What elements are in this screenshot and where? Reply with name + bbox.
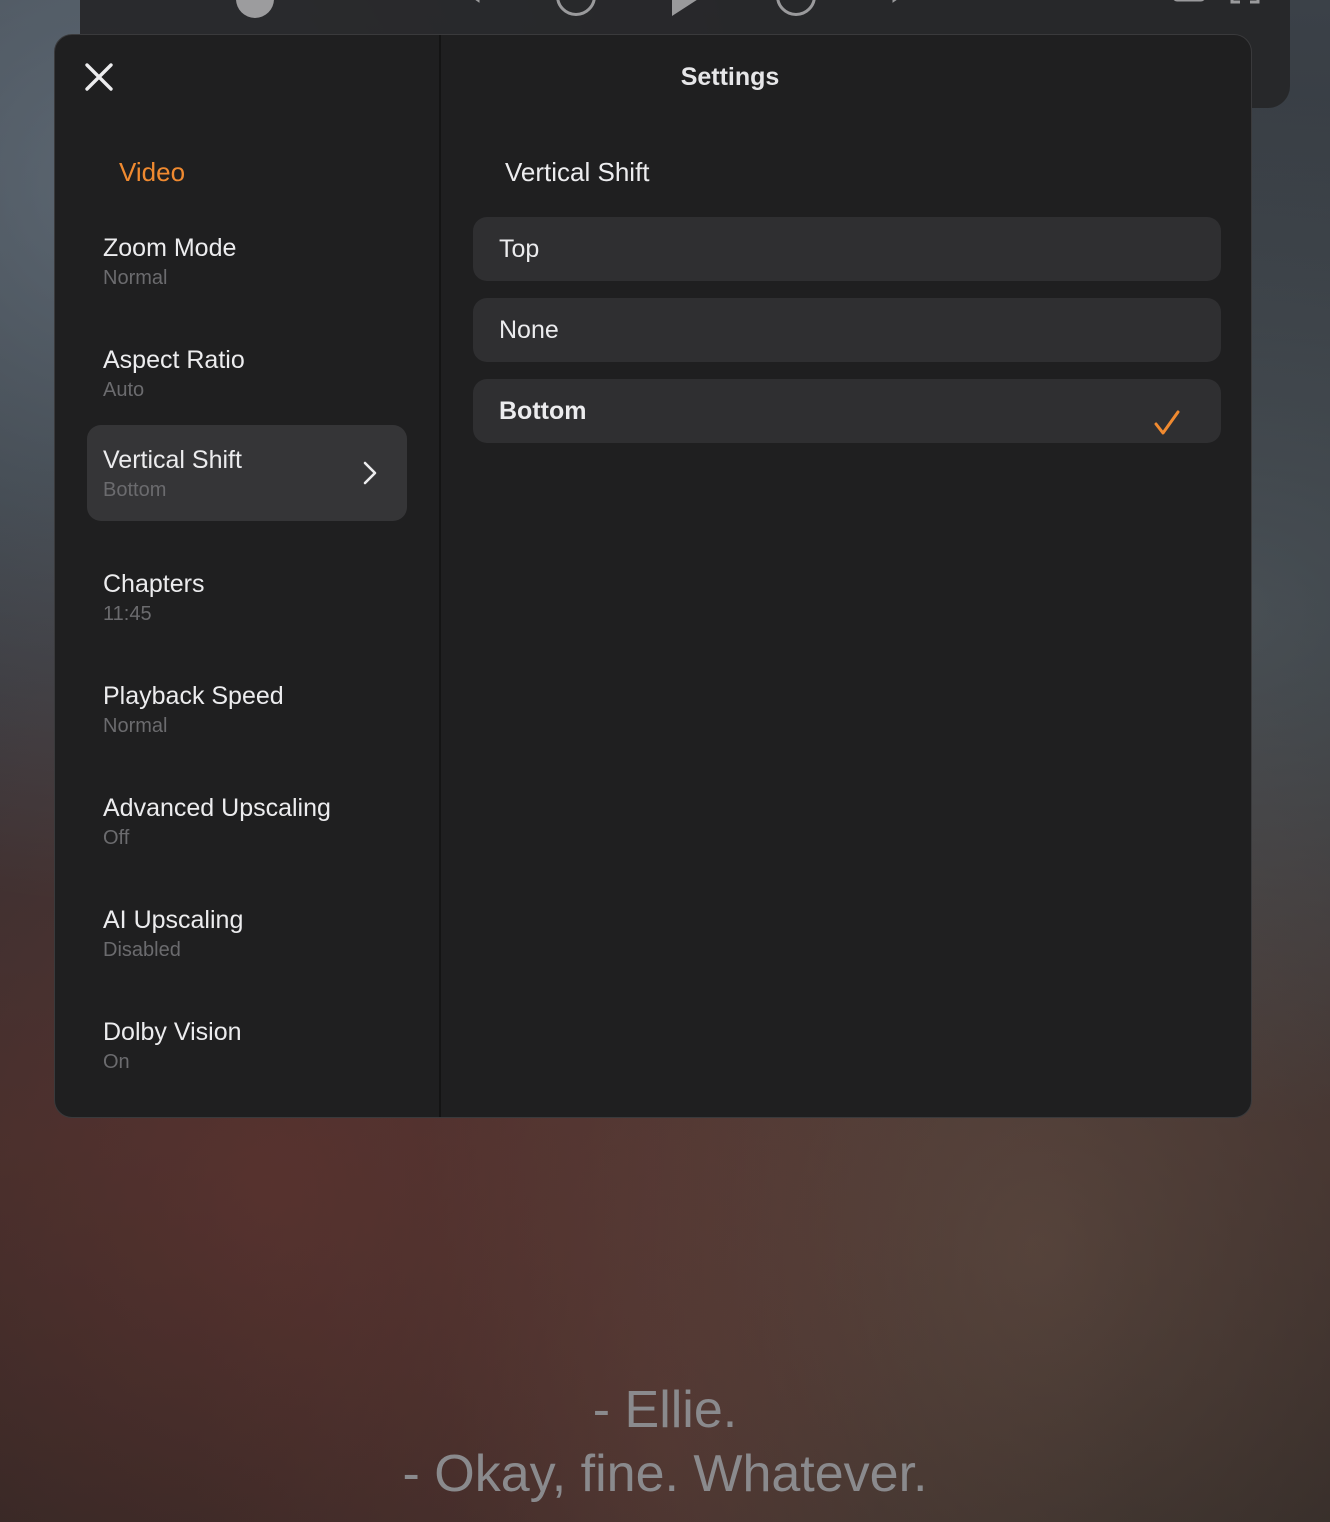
menu-item-label: AI Upscaling [103, 906, 244, 934]
fullscreen-icon[interactable] [1230, 0, 1260, 9]
menu-item-aspect-ratio[interactable]: Aspect Ratio Auto [87, 325, 407, 421]
menu-item-label: Dolby Vision [103, 1018, 242, 1046]
settings-sidebar: Video Zoom Mode Normal Aspect Ratio Auto… [55, 35, 441, 1117]
menu-item-label: Playback Speed [103, 682, 284, 710]
option-label: Bottom [499, 397, 587, 425]
panel-title: Settings [680, 63, 780, 91]
menu-item-zoom-mode[interactable]: Zoom Mode Normal [87, 213, 407, 309]
menu-item-value: On [103, 1051, 130, 1073]
menu-item-playback-speed[interactable]: Playback Speed Normal [87, 661, 407, 757]
menu-item-chapters[interactable]: Chapters 11:45 [87, 549, 407, 645]
chevron-right-icon [363, 461, 377, 485]
menu-item-value: Off [103, 827, 130, 849]
option-top[interactable]: Top [473, 217, 1221, 281]
menu-item-value: Normal [103, 715, 168, 737]
play-icon[interactable] [668, 0, 708, 23]
rewind-icon[interactable] [556, 0, 596, 16]
subtitle-line-1: - Ellie. [592, 1381, 738, 1439]
detail-title: Vertical Shift [505, 157, 650, 187]
menu-item-value: Disabled [103, 939, 181, 961]
close-icon [81, 59, 117, 95]
menu-item-value: 11:45 [103, 603, 152, 625]
gear-icon[interactable] [1118, 0, 1146, 9]
menu-item-value: Bottom [103, 479, 167, 501]
close-button[interactable] [81, 59, 117, 95]
menu-item-label: Advanced Upscaling [103, 794, 331, 822]
volume-slider-knob[interactable] [236, 0, 274, 18]
option-none[interactable]: None [473, 298, 1221, 362]
subtitle-line-2: - Okay, fine. Whatever. [402, 1445, 928, 1503]
menu-item-label: Chapters [103, 570, 205, 598]
menu-item-dolby-vision[interactable]: Dolby Vision On [87, 997, 407, 1093]
fast-forward-icon[interactable] [776, 0, 816, 16]
option-bottom[interactable]: Bottom [473, 379, 1221, 443]
menu-item-advanced-upscaling[interactable]: Advanced Upscaling Off [87, 773, 407, 869]
skip-back-icon[interactable] [452, 0, 482, 9]
option-label: Top [499, 235, 540, 263]
pip-icon[interactable] [1172, 0, 1206, 9]
menu-item-vertical-shift[interactable]: Vertical Shift Bottom [87, 425, 407, 521]
menu-item-value: Normal [103, 267, 168, 289]
menu-item-ai-upscaling[interactable]: AI Upscaling Disabled [87, 885, 407, 981]
menu-item-label: Zoom Mode [103, 234, 237, 262]
option-label: None [499, 316, 559, 344]
menu-item-label: Aspect Ratio [103, 346, 245, 374]
menu-item-label: Vertical Shift [103, 446, 242, 474]
menu-item-value: Auto [103, 379, 145, 401]
settings-panel: Video Zoom Mode Normal Aspect Ratio Auto… [54, 34, 1252, 1118]
section-title-video: Video [119, 157, 186, 187]
skip-forward-icon[interactable] [890, 0, 920, 9]
checkmark-icon [1153, 397, 1181, 435]
